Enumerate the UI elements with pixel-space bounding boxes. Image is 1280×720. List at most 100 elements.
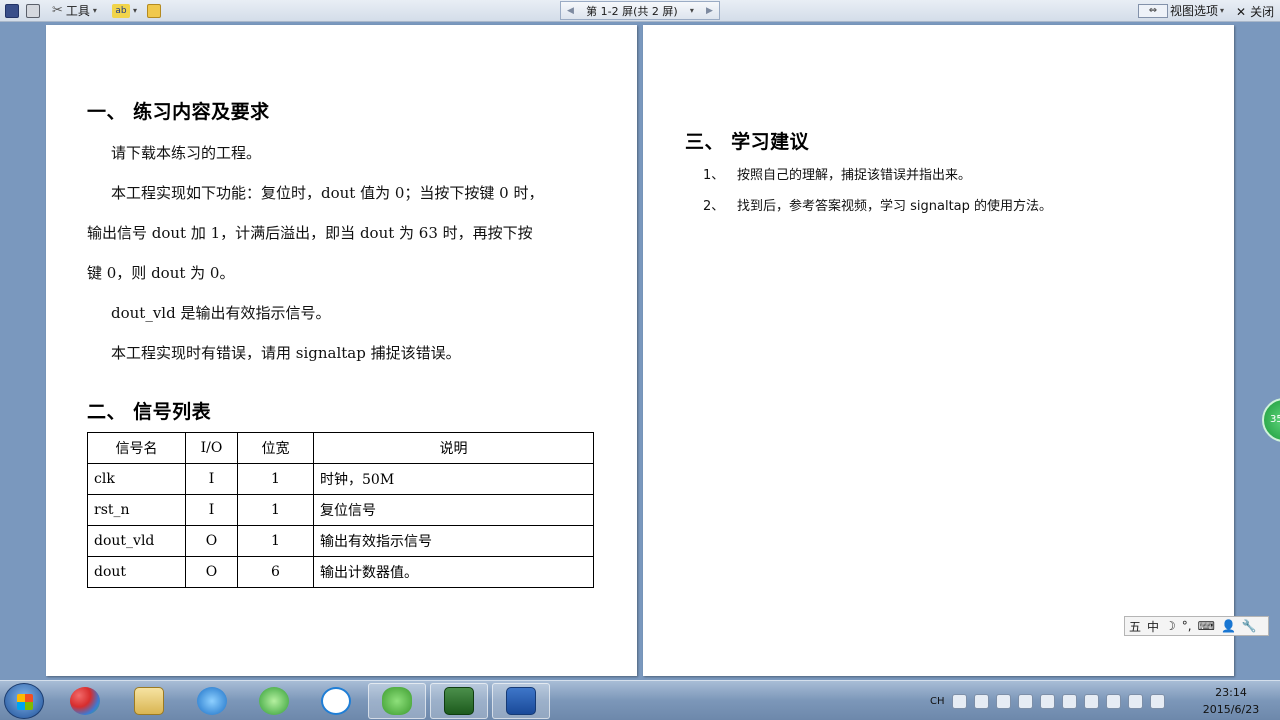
taskbar-app-explorer[interactable] — [120, 683, 178, 719]
previous-screen-icon[interactable]: ◀ — [567, 6, 574, 16]
system-tray: CH — [930, 681, 1165, 720]
table-cell: 输出计数器值。 — [313, 556, 594, 588]
table-cell: 时钟，50M — [313, 463, 594, 495]
paragraph: 输出信号 dout 加 1，计满后溢出，即当 dout 为 63 时，再按下按 — [87, 224, 533, 242]
ime-toolbar[interactable]: 五 中 ☽ °, ⌨ 👤 🔧 — [1124, 616, 1269, 636]
pager-label: 第 1-2 屏(共 2 屏) — [586, 4, 678, 18]
taskbar-app-clover[interactable] — [368, 683, 426, 719]
table-cell: 输出有效指示信号 — [313, 525, 594, 557]
ime-punctuation-icon[interactable]: °, — [1182, 619, 1192, 633]
taskbar-app-word[interactable] — [492, 683, 550, 719]
screen-pager[interactable]: ◀ 第 1-2 屏(共 2 屏) ▾ ▶ — [560, 1, 720, 20]
clock-date: 2015/6/23 — [1202, 703, 1260, 716]
close-button[interactable]: ✕ 关闭 — [1236, 3, 1274, 20]
column-header: I/O — [185, 432, 238, 464]
table-row: rst_n I 1 复位信号 — [87, 494, 594, 526]
chevron-down-icon: ▾ — [689, 6, 694, 15]
save-button[interactable] — [5, 2, 19, 19]
table-cell: I — [185, 494, 238, 526]
chevron-down-icon: ▾ — [1220, 6, 1225, 15]
signal-icon[interactable] — [1127, 693, 1143, 709]
table-cell: rst_n — [87, 494, 186, 526]
taskbar-app-1[interactable] — [56, 683, 114, 719]
paragraph: 请下载本练习的工程。 — [111, 144, 262, 162]
folder-button[interactable] — [147, 2, 161, 19]
chevron-down-icon: ▾ — [92, 6, 97, 15]
floating-widget-badge[interactable]: 35 — [1262, 398, 1280, 442]
ime-wubi-icon[interactable]: 五 — [1129, 618, 1141, 635]
help-icon[interactable] — [973, 693, 989, 709]
view-toggle-icon: ⇔ — [1138, 3, 1168, 18]
word-icon — [506, 687, 536, 715]
tools-menu-button[interactable]: ✂ 工具 ▾ — [52, 2, 97, 19]
ime-user-icon[interactable]: 👤 — [1221, 619, 1236, 633]
suggestion-number: 1、 — [703, 168, 725, 183]
table-cell: clk — [87, 463, 186, 495]
volume-icon[interactable] — [1149, 693, 1165, 709]
ime-icon[interactable] — [951, 693, 967, 709]
suggestion-text: 按照自己的理解，捕捉该错误并指出来。 — [737, 168, 972, 183]
paragraph: 本工程实现如下功能：复位时，dout 值为 0；当按下按键 0 时， — [111, 184, 544, 202]
table-cell: I — [185, 463, 238, 495]
sync-app-icon — [259, 687, 289, 715]
taskbar-app-ie[interactable] — [183, 683, 241, 719]
taskbar: CH 23:14 2015/6/23 — [0, 680, 1280, 720]
view-options-button[interactable]: ⇔ 视图选项 ▾ — [1138, 1, 1224, 20]
paragraph: dout_vld 是输出有效指示信号。 — [111, 304, 331, 322]
column-header: 位宽 — [237, 432, 314, 464]
column-header: 说明 — [313, 432, 594, 464]
start-button[interactable] — [4, 683, 44, 719]
colorful-app-icon — [70, 687, 100, 715]
tools-label: 工具 — [65, 4, 90, 18]
table-cell: 6 — [237, 556, 314, 588]
spelling-icon: ab — [112, 3, 130, 18]
column-header: 信号名 — [87, 432, 186, 464]
close-label: 关闭 — [1250, 5, 1275, 19]
table-row: dout_vld O 1 输出有效指示信号 — [87, 525, 594, 557]
chevron-down-icon: ▾ — [133, 6, 138, 15]
system-clock[interactable]: 23:14 2015/6/23 — [1196, 684, 1266, 718]
signal-table: 信号名 I/O 位宽 说明 clk I 1 时钟，50M rst_n I 1 复… — [87, 432, 594, 588]
section-1-heading: 一、 练习内容及要求 — [87, 101, 270, 123]
language-indicator[interactable]: CH — [930, 696, 945, 707]
document-page-1: 一、 练习内容及要求 请下载本练习的工程。 本工程实现如下功能：复位时，dout… — [46, 25, 637, 676]
ime-settings-icon[interactable]: 🔧 — [1242, 619, 1257, 633]
ime-chinese-mode-icon[interactable]: 中 — [1147, 618, 1159, 635]
taskbar-app-gvim[interactable] — [430, 683, 488, 719]
table-cell: 1 — [237, 463, 314, 495]
paragraph: 键 0，则 dout 为 0。 — [87, 264, 235, 282]
spelling-button[interactable]: ab ▾ — [112, 2, 137, 19]
print-button[interactable] — [26, 2, 40, 19]
security-icon[interactable] — [1083, 693, 1099, 709]
tray-app-icon[interactable] — [1039, 693, 1055, 709]
shield-icon[interactable] — [1105, 693, 1121, 709]
table-cell: dout_vld — [87, 525, 186, 557]
close-icon: ✕ — [1236, 4, 1247, 19]
tray-expand-icon[interactable] — [995, 693, 1011, 709]
section-3-heading: 三、 学习建议 — [685, 131, 810, 153]
table-cell: 复位信号 — [313, 494, 594, 526]
save-icon — [5, 3, 19, 18]
taskbar-app-sync[interactable] — [245, 683, 303, 719]
table-cell: dout — [87, 556, 186, 588]
tools-icon: ✂ — [52, 2, 63, 18]
ime-halfwidth-icon[interactable]: ☽ — [1165, 619, 1176, 633]
table-row: dout O 6 输出计数器值。 — [87, 556, 594, 588]
suggestion-item: 1、 按照自己的理解，捕捉该错误并指出来。 — [703, 164, 971, 183]
paragraph: 本工程实现时有错误，请用 signaltap 捕捉该错误。 — [111, 344, 461, 362]
next-screen-icon[interactable]: ▶ — [706, 6, 713, 16]
file-explorer-icon — [134, 687, 164, 715]
network-app-icon[interactable] — [1017, 693, 1033, 709]
document-page-2: 三、 学习建议 1、 按照自己的理解，捕捉该错误并指出来。 2、 找到后，参考答案视… — [643, 25, 1234, 676]
gvim-icon — [444, 687, 474, 715]
table-cell: O — [185, 556, 238, 588]
reading-toolbar: ✂ 工具 ▾ ab ▾ ◀ 第 1-2 屏(共 2 屏) ▾ ▶ ⇔ 视图选项 … — [0, 0, 1280, 22]
suggestion-number: 2、 — [703, 199, 725, 214]
table-header-row: 信号名 I/O 位宽 说明 — [87, 432, 594, 464]
section-2-heading: 二、 信号列表 — [87, 401, 212, 423]
suggestion-text: 找到后，参考答案视频，学习 signaltap 的使用方法。 — [737, 199, 1053, 214]
ime-keyboard-icon[interactable]: ⌨ — [1198, 619, 1215, 633]
taskbar-app-cloud[interactable] — [307, 683, 365, 719]
qq-icon[interactable] — [1061, 693, 1077, 709]
table-cell: O — [185, 525, 238, 557]
